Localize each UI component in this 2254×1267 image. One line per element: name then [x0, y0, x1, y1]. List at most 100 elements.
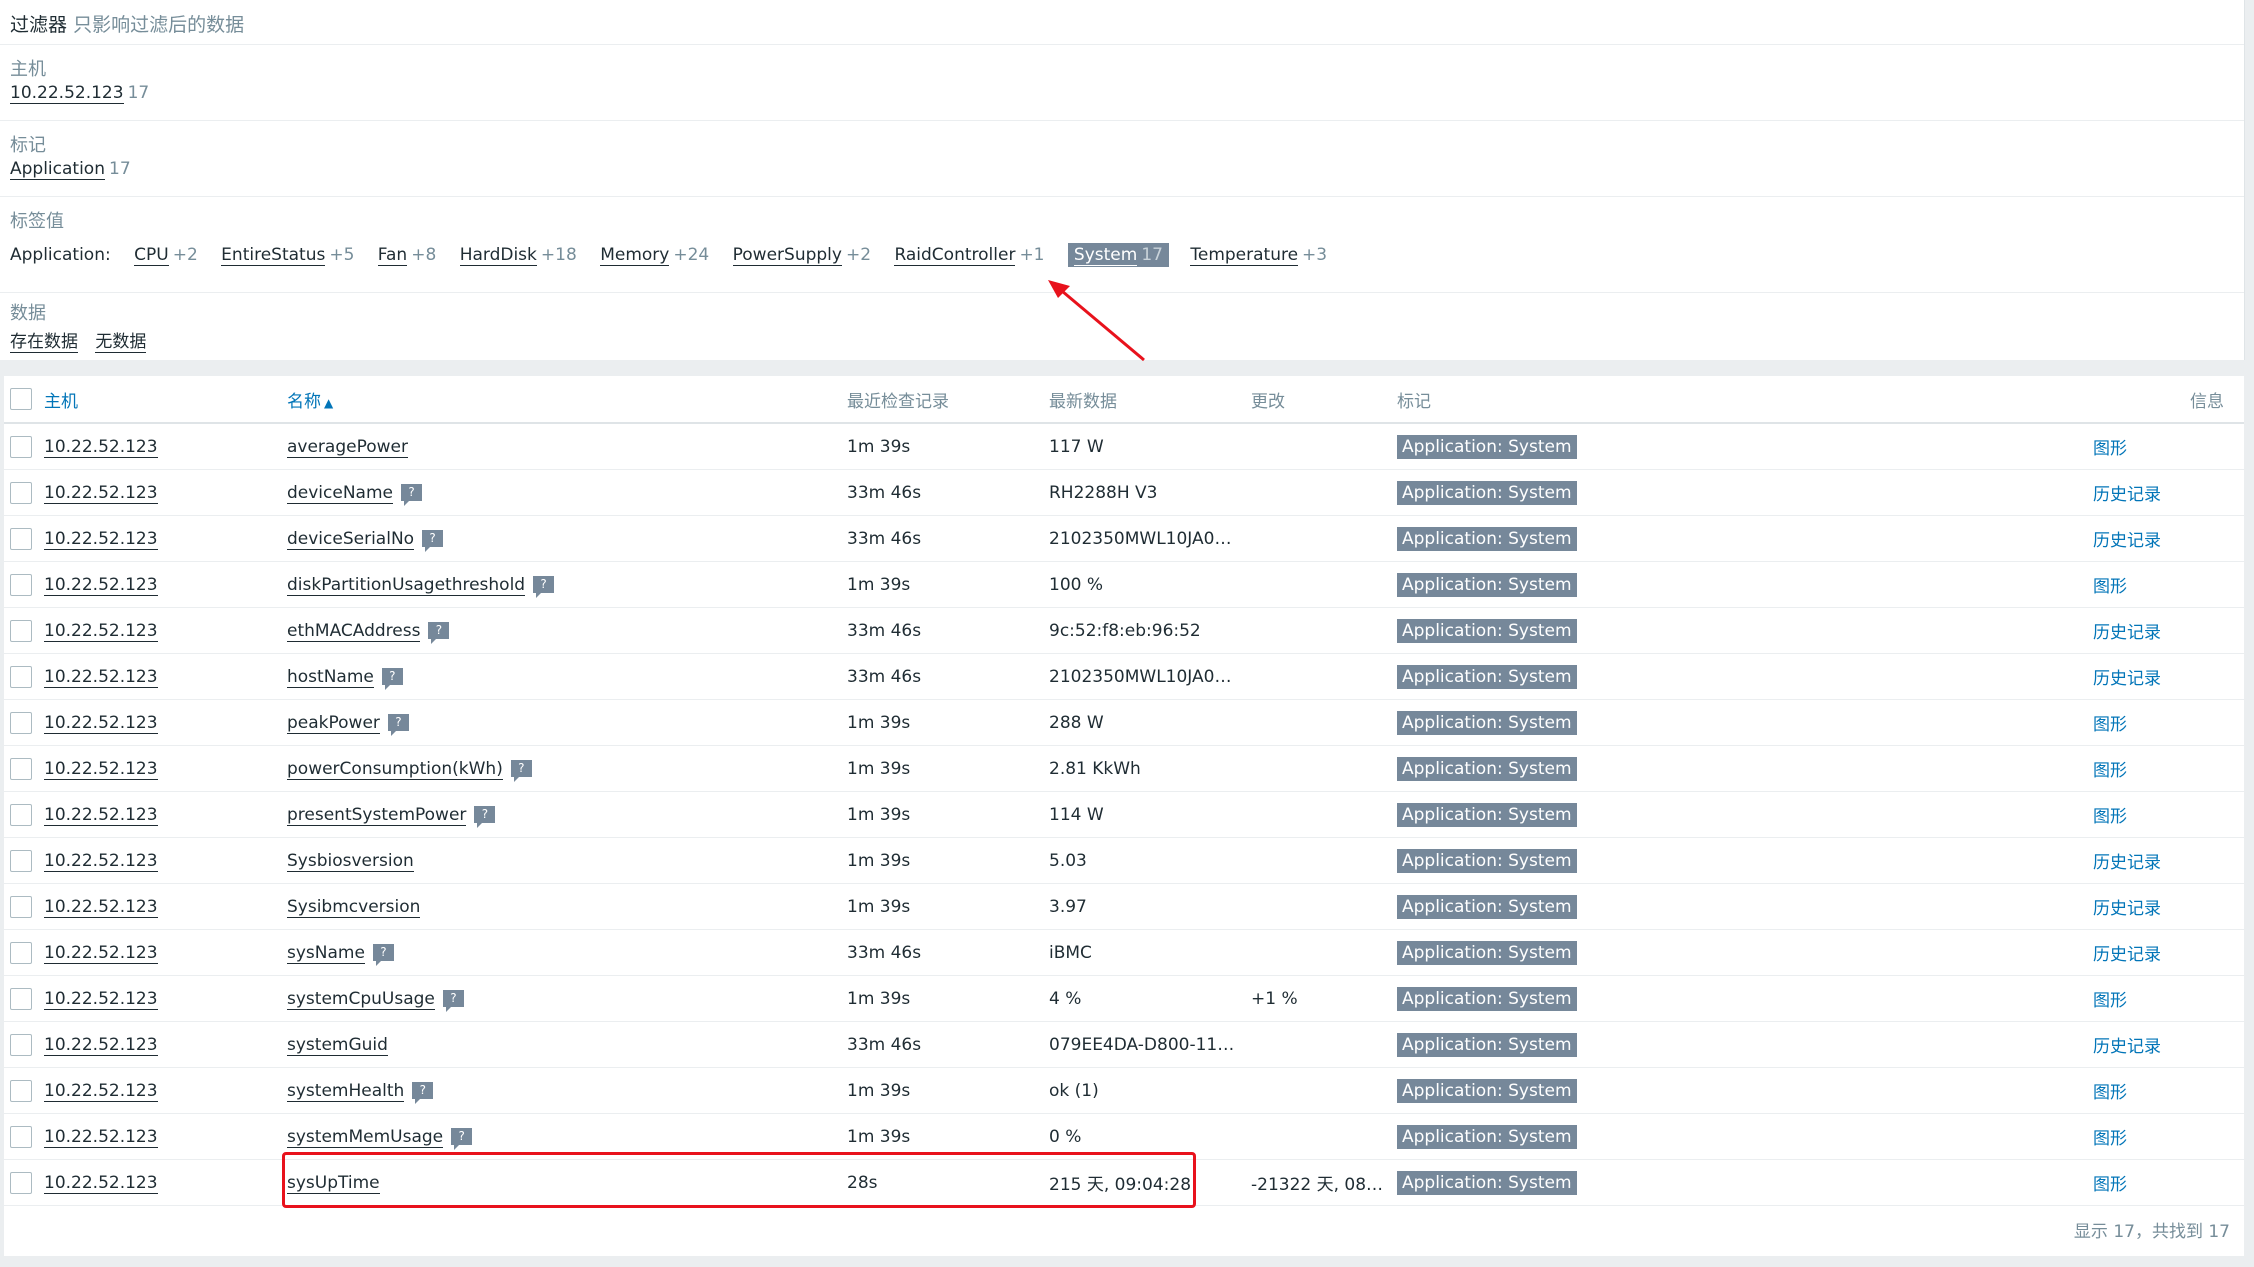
row-host-link[interactable]: 10.22.52.123: [44, 850, 158, 872]
row-tag-badge[interactable]: Application: System: [1397, 1078, 1577, 1103]
row-item-name-link[interactable]: averagePower: [287, 436, 408, 458]
select-all-checkbox[interactable]: [10, 388, 32, 410]
row-checkbox[interactable]: [10, 1171, 32, 1194]
row-tag-badge[interactable]: Application: System: [1397, 894, 1577, 919]
tagvalue-link[interactable]: Temperature: [1190, 245, 1299, 266]
row-host-link[interactable]: 10.22.52.123: [44, 1034, 158, 1056]
tagvalue-link[interactable]: CPU: [134, 245, 169, 266]
row-action-link[interactable]: 图形: [2093, 439, 2127, 459]
row-action-link[interactable]: 历史记录: [2093, 669, 2161, 689]
row-checkbox[interactable]: [10, 895, 32, 918]
row-host-link[interactable]: 10.22.52.123: [44, 574, 158, 596]
help-hint-icon[interactable]: ?: [533, 575, 555, 598]
tagvalue-link[interactable]: System: [1073, 245, 1138, 266]
row-checkbox[interactable]: [10, 573, 32, 596]
row-host-link[interactable]: 10.22.52.123: [44, 1172, 158, 1194]
tagvalue-system-selected[interactable]: System 17: [1067, 243, 1169, 267]
row-tag-badge[interactable]: Application: System: [1397, 710, 1577, 735]
help-hint-icon[interactable]: ?: [401, 483, 422, 506]
header-host[interactable]: 主机: [44, 376, 287, 424]
help-hint-icon[interactable]: ?: [451, 1127, 473, 1150]
tagvalue-link[interactable]: Memory: [600, 245, 670, 266]
row-action-link[interactable]: 历史记录: [2093, 945, 2161, 965]
row-tag-badge[interactable]: Application: System: [1397, 756, 1577, 781]
help-hint-icon[interactable]: ?: [428, 621, 450, 644]
tagvalue-harddisk[interactable]: HardDisk +18: [459, 245, 577, 266]
row-host-link[interactable]: 10.22.52.123: [44, 1126, 158, 1148]
row-checkbox[interactable]: [10, 1125, 32, 1148]
row-checkbox[interactable]: [10, 987, 32, 1010]
row-tag-badge[interactable]: Application: System: [1397, 1032, 1577, 1057]
row-item-name-link[interactable]: hostName: [287, 666, 374, 688]
row-checkbox[interactable]: [10, 1079, 32, 1102]
help-hint-icon[interactable]: ?: [381, 667, 403, 690]
row-item-name-link[interactable]: ethMACAddress: [287, 620, 421, 642]
row-action-link[interactable]: 图形: [2093, 1175, 2127, 1195]
row-host-link[interactable]: 10.22.52.123: [44, 712, 158, 734]
filter-tag-link[interactable]: Application: [10, 159, 105, 180]
row-host-link[interactable]: 10.22.52.123: [44, 620, 158, 642]
row-item-name-link[interactable]: systemGuid: [287, 1034, 388, 1056]
row-action-link[interactable]: 历史记录: [2093, 1037, 2161, 1057]
row-checkbox[interactable]: [10, 619, 32, 642]
filter-host-link[interactable]: 10.22.52.123: [10, 83, 124, 104]
row-checkbox[interactable]: [10, 435, 32, 458]
row-tag-badge[interactable]: Application: System: [1397, 802, 1577, 827]
row-host-link[interactable]: 10.22.52.123: [44, 804, 158, 826]
tagvalue-memory[interactable]: Memory +24: [600, 245, 709, 266]
tagvalue-temperature[interactable]: Temperature +3: [1190, 245, 1327, 266]
row-item-name-link[interactable]: systemHealth: [287, 1080, 405, 1102]
tagvalue-link[interactable]: HardDisk: [459, 245, 537, 266]
row-tag-badge[interactable]: Application: System: [1397, 480, 1577, 505]
tagvalue-powersupply[interactable]: PowerSupply +2: [732, 245, 871, 266]
help-hint-icon[interactable]: ?: [412, 1081, 434, 1104]
row-item-name-link[interactable]: systemMemUsage: [287, 1126, 444, 1148]
help-hint-icon[interactable]: ?: [474, 805, 496, 828]
tagvalue-link[interactable]: PowerSupply: [732, 245, 842, 266]
row-action-link[interactable]: 图形: [2093, 807, 2127, 827]
tagvalue-cpu[interactable]: CPU +2: [134, 245, 198, 266]
row-checkbox[interactable]: [10, 1033, 32, 1056]
row-tag-badge[interactable]: Application: System: [1397, 986, 1577, 1011]
row-checkbox[interactable]: [10, 481, 32, 504]
row-host-link[interactable]: 10.22.52.123: [44, 988, 158, 1010]
row-tag-badge[interactable]: Application: System: [1397, 434, 1577, 459]
tagvalue-link[interactable]: EntireStatus: [221, 245, 326, 266]
row-item-name-link[interactable]: Sysbiosversion: [287, 850, 414, 872]
row-item-name-link[interactable]: systemCpuUsage: [287, 988, 435, 1010]
tagvalue-fan[interactable]: Fan +8: [377, 245, 436, 266]
row-checkbox[interactable]: [10, 941, 32, 964]
row-tag-badge[interactable]: Application: System: [1397, 618, 1577, 643]
row-item-name-link[interactable]: deviceSerialNo: [287, 528, 415, 550]
row-tag-badge[interactable]: Application: System: [1397, 1170, 1577, 1195]
row-item-name-link[interactable]: diskPartitionUsagethreshold: [287, 574, 526, 596]
row-tag-badge[interactable]: Application: System: [1397, 848, 1577, 873]
tagvalue-link[interactable]: Fan: [377, 245, 408, 266]
tagvalue-entirestatus[interactable]: EntireStatus +5: [221, 245, 354, 266]
help-hint-icon[interactable]: ?: [510, 759, 532, 782]
row-checkbox[interactable]: [10, 665, 32, 688]
row-host-link[interactable]: 10.22.52.123: [44, 1080, 158, 1102]
row-tag-badge[interactable]: Application: System: [1397, 526, 1577, 551]
row-action-link[interactable]: 历史记录: [2093, 853, 2161, 873]
row-host-link[interactable]: 10.22.52.123: [44, 482, 158, 504]
row-tag-badge[interactable]: Application: System: [1397, 940, 1577, 965]
row-checkbox[interactable]: [10, 849, 32, 872]
row-item-name-link[interactable]: presentSystemPower: [287, 804, 467, 826]
row-action-link[interactable]: 图形: [2093, 991, 2127, 1011]
row-checkbox[interactable]: [10, 527, 32, 550]
row-action-link[interactable]: 图形: [2093, 1083, 2127, 1103]
row-action-link[interactable]: 图形: [2093, 761, 2127, 781]
row-item-name-link[interactable]: Sysibmcversion: [287, 896, 421, 918]
row-action-link[interactable]: 图形: [2093, 577, 2127, 597]
row-action-link[interactable]: 历史记录: [2093, 531, 2161, 551]
tagvalue-link[interactable]: RaidController: [894, 245, 1016, 266]
help-hint-icon[interactable]: ?: [387, 713, 409, 736]
row-host-link[interactable]: 10.22.52.123: [44, 528, 158, 550]
row-host-link[interactable]: 10.22.52.123: [44, 666, 158, 688]
row-item-name-link[interactable]: powerConsumption(kWh): [287, 758, 503, 780]
header-name[interactable]: 名称 ▲: [287, 376, 847, 424]
row-action-link[interactable]: 历史记录: [2093, 623, 2161, 643]
row-tag-badge[interactable]: Application: System: [1397, 1124, 1577, 1149]
row-checkbox[interactable]: [10, 803, 32, 826]
